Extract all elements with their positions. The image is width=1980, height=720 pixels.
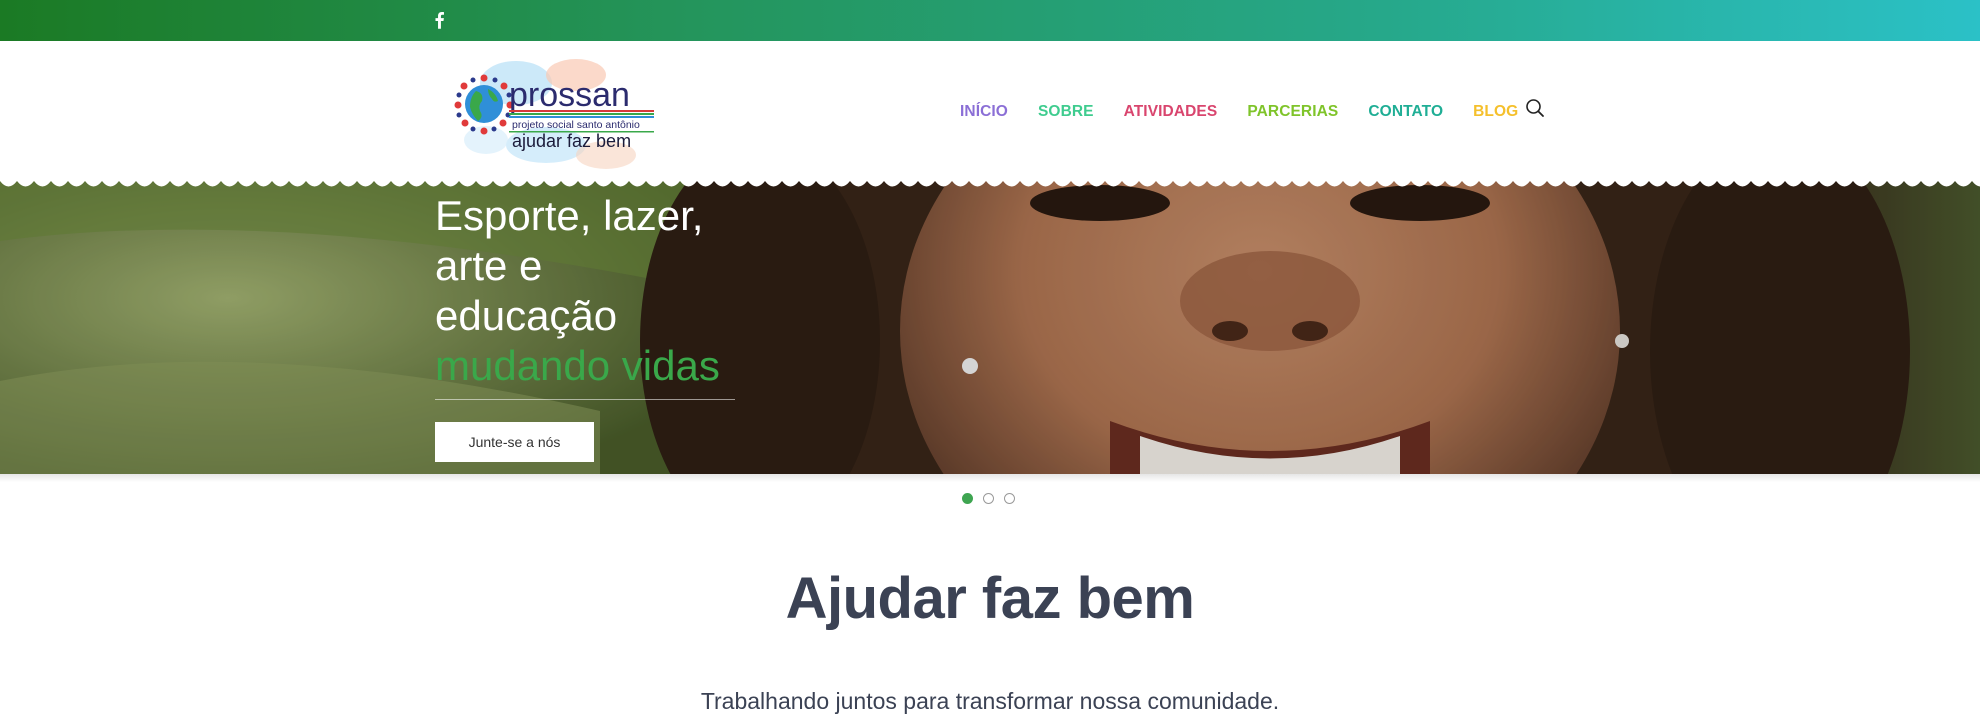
header-scallop-divider — [0, 172, 1980, 192]
site-header: prossan projeto social santo antônio aju… — [0, 41, 1980, 181]
hero-background-image — [0, 181, 1980, 474]
hero-shadow — [0, 474, 1980, 482]
site-logo[interactable]: prossan projeto social santo antônio aju… — [446, 45, 658, 177]
nav-item-sobre[interactable]: SOBRE — [1038, 103, 1094, 121]
hero-line-2: arte e — [435, 242, 543, 289]
hero-divider — [435, 399, 735, 400]
hero-accent-text: mudando vidas — [435, 342, 720, 389]
hero-line-1: Esporte, lazer, — [435, 192, 704, 239]
search-icon[interactable] — [1525, 98, 1545, 118]
hero-heading: Esporte, lazer, arte e educação mudando … — [435, 191, 755, 391]
section-title: Ajudar faz bem — [785, 566, 1195, 631]
slider-pagination — [962, 493, 1015, 504]
hero-slider: Esporte, lazer, arte e educação mudando … — [0, 181, 1980, 474]
nav-item-atividades[interactable]: ATIVIDADES — [1124, 103, 1218, 121]
main-nav: INÍCIO SOBRE ATIVIDADES PARCERIAS CONTAT… — [960, 100, 1548, 124]
join-us-button[interactable]: Junte-se a nós — [435, 422, 594, 462]
nav-item-inicio[interactable]: INÍCIO — [960, 103, 1008, 121]
nav-item-parcerias[interactable]: PARCERIAS — [1247, 103, 1338, 121]
nav-item-blog[interactable]: BLOG — [1473, 103, 1518, 121]
slider-dot-2[interactable] — [983, 493, 994, 504]
slider-dot-3[interactable] — [1004, 493, 1015, 504]
nav-item-contato[interactable]: CONTATO — [1368, 103, 1443, 121]
top-bar — [0, 0, 1980, 41]
facebook-icon[interactable] — [432, 10, 446, 30]
slider-dot-1[interactable] — [962, 493, 973, 504]
logo-name: prossan — [509, 76, 630, 114]
hero-line-3: educação — [435, 292, 618, 339]
logo-slogan: ajudar faz bem — [512, 131, 631, 151]
section-subtitle: Trabalhando juntos para transformar noss… — [700, 688, 1280, 714]
logo-tagline: projeto social santo antônio — [512, 119, 640, 131]
